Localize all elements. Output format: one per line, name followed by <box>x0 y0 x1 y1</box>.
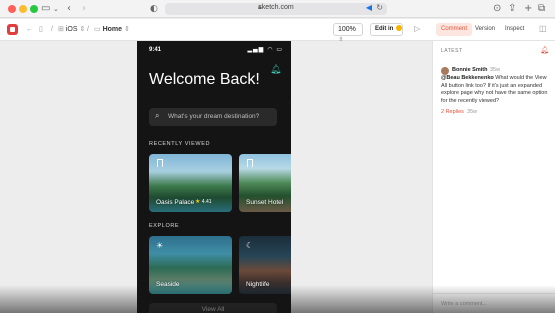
document-icon: ▯ <box>39 26 43 33</box>
sketch-logo-icon[interactable] <box>7 24 18 35</box>
sidebar-toggle-icon[interactable]: ▭ <box>41 3 50 15</box>
bookmark-icon[interactable] <box>157 159 163 167</box>
url-text: sketch.com <box>258 4 294 11</box>
page-selector[interactable]: ▭ Home ⇕ <box>94 25 130 34</box>
welcome-title: Welcome Back! <box>149 71 260 88</box>
sketch-app-icon <box>396 25 403 31</box>
status-icons: ▂▄▆ ◠ ▭ <box>247 46 283 53</box>
chevron-updown-icon: ⇕ <box>123 26 130 33</box>
status-time: 9:41 <box>149 47 162 53</box>
bookmark-icon[interactable] <box>247 159 253 167</box>
explore-heading: EXPLORE <box>149 223 180 229</box>
grid-icon: ⊞ <box>58 26 64 33</box>
close-window-button[interactable] <box>8 5 16 13</box>
latest-heading: LATEST <box>441 48 463 54</box>
recently-viewed-heading: RECENTLY VIEWED <box>149 141 211 147</box>
replies-time: 35w <box>466 109 478 115</box>
card-title: Seaside <box>156 281 180 288</box>
card-title: Oasis Palace <box>156 199 195 206</box>
comment-body: @Beau Bekkenenko What would the View All… <box>441 75 551 105</box>
chevron-updown-icon: ⇕ <box>79 26 86 33</box>
back-arrow-icon[interactable]: ← <box>26 25 33 34</box>
forward-icon[interactable]: › <box>82 3 86 15</box>
card-rating: ★ 4.41 <box>195 199 212 205</box>
comment-time: 35w <box>490 67 501 73</box>
minimize-window-button[interactable] <box>19 5 27 13</box>
edit-in-button[interactable]: Edit in <box>370 23 403 36</box>
breadcrumb-separator: / <box>87 26 89 33</box>
shield-icon[interactable]: ◐ <box>150 3 158 15</box>
page-name: Home <box>102 26 123 33</box>
avatar <box>441 67 449 75</box>
moon-icon: ☾ <box>246 241 254 250</box>
app-window: ▭ ⌄ ‹ › ◐ 🔒︎ sketch.com ◀︎ ↻ ⊙ ⇪ + ⧉ ← ▯… <box>0 0 555 313</box>
card-title: Nightlife <box>246 281 270 288</box>
play-icon[interactable]: ▷ <box>414 24 420 33</box>
zoom-value: 100% <box>338 26 356 33</box>
bell-icon[interactable]: 🔔︎ <box>270 65 281 75</box>
browser-toolbar: ▭ ⌄ ‹ › ◐ 🔒︎ sketch.com ◀︎ ↻ ⊙ ⇪ + ⧉ <box>0 0 555 18</box>
page-icon: ▭ <box>94 26 101 33</box>
replies-link[interactable]: 2 Replies 35w <box>441 109 477 115</box>
resize-handle[interactable] <box>287 95 290 98</box>
view-all-button[interactable]: View All <box>149 303 277 313</box>
project-selector[interactable]: ⊞ iOS ⇕ <box>58 25 85 34</box>
panel-toggle-icon[interactable]: ◫ <box>539 24 547 33</box>
card-seaside[interactable]: ☀ Seaside <box>149 236 232 294</box>
search-placeholder: What's your dream destination? <box>168 113 260 120</box>
edit-in-label: Edit in <box>375 26 394 32</box>
tab-inspect[interactable]: Inspect <box>500 23 529 36</box>
sun-icon: ☀ <box>156 241 164 250</box>
address-bar[interactable]: 🔒︎ sketch.com ◀︎ ↻ <box>165 3 387 15</box>
chevron-down-icon[interactable]: ⌄ <box>53 3 59 15</box>
zoom-window-button[interactable] <box>30 5 38 13</box>
share-icon[interactable]: ⇪ <box>508 3 516 15</box>
breadcrumb-separator: / <box>51 26 53 33</box>
card-sunset-hotel[interactable]: Sunset Hotel ★ <box>239 154 291 212</box>
sketch-toolbar: ← ▯ / ⊞ iOS ⇕ / ▭ Home ⇕ 100% ⇕ Edit in … <box>0 19 555 44</box>
star-icon: ★ <box>195 199 201 205</box>
search-icon: ⌕ <box>155 111 160 120</box>
tab-overview-icon[interactable]: ⧉ <box>538 3 545 15</box>
back-icon[interactable]: ‹ <box>67 3 71 15</box>
comments-panel: LATEST 🔔︎ Bonnie Smith 35w @Beau Bekkene… <box>432 41 555 313</box>
reload-icon[interactable]: ↻ <box>376 3 383 12</box>
download-icon[interactable]: ⊙ <box>493 3 501 15</box>
search-input[interactable]: ⌕ What's your dream destination? <box>149 108 277 126</box>
phone-artboard[interactable]: 9:41 ▂▄▆ ◠ ▭ Welcome Back! 🔔︎ ⌕ What's y… <box>137 41 291 313</box>
notification-bell-icon[interactable]: 🔔︎ <box>540 46 549 54</box>
project-name: iOS <box>65 26 78 33</box>
new-tab-icon[interactable]: + <box>524 3 532 15</box>
comment-mention[interactable]: @Beau Bekkenenko <box>441 75 494 81</box>
audio-icon[interactable]: ◀︎ <box>366 3 372 12</box>
replies-count: 2 Replies <box>441 109 464 115</box>
comment-input[interactable]: Write a comment... <box>433 293 555 313</box>
tab-version[interactable]: Version <box>470 23 500 36</box>
card-title: Sunset Hotel <box>246 199 284 206</box>
canvas[interactable]: 9:41 ▂▄▆ ◠ ▭ Welcome Back! 🔔︎ ⌕ What's y… <box>0 41 432 313</box>
tab-comment[interactable]: Comment <box>436 23 473 36</box>
card-nightlife[interactable]: ☾ Nightlife <box>239 236 291 294</box>
card-oasis-palace[interactable]: Oasis Palace ★ 4.41 <box>149 154 232 212</box>
comment-author: Bonnie Smith <box>452 67 488 73</box>
zoom-selector[interactable]: 100% ⇕ <box>333 23 363 44</box>
